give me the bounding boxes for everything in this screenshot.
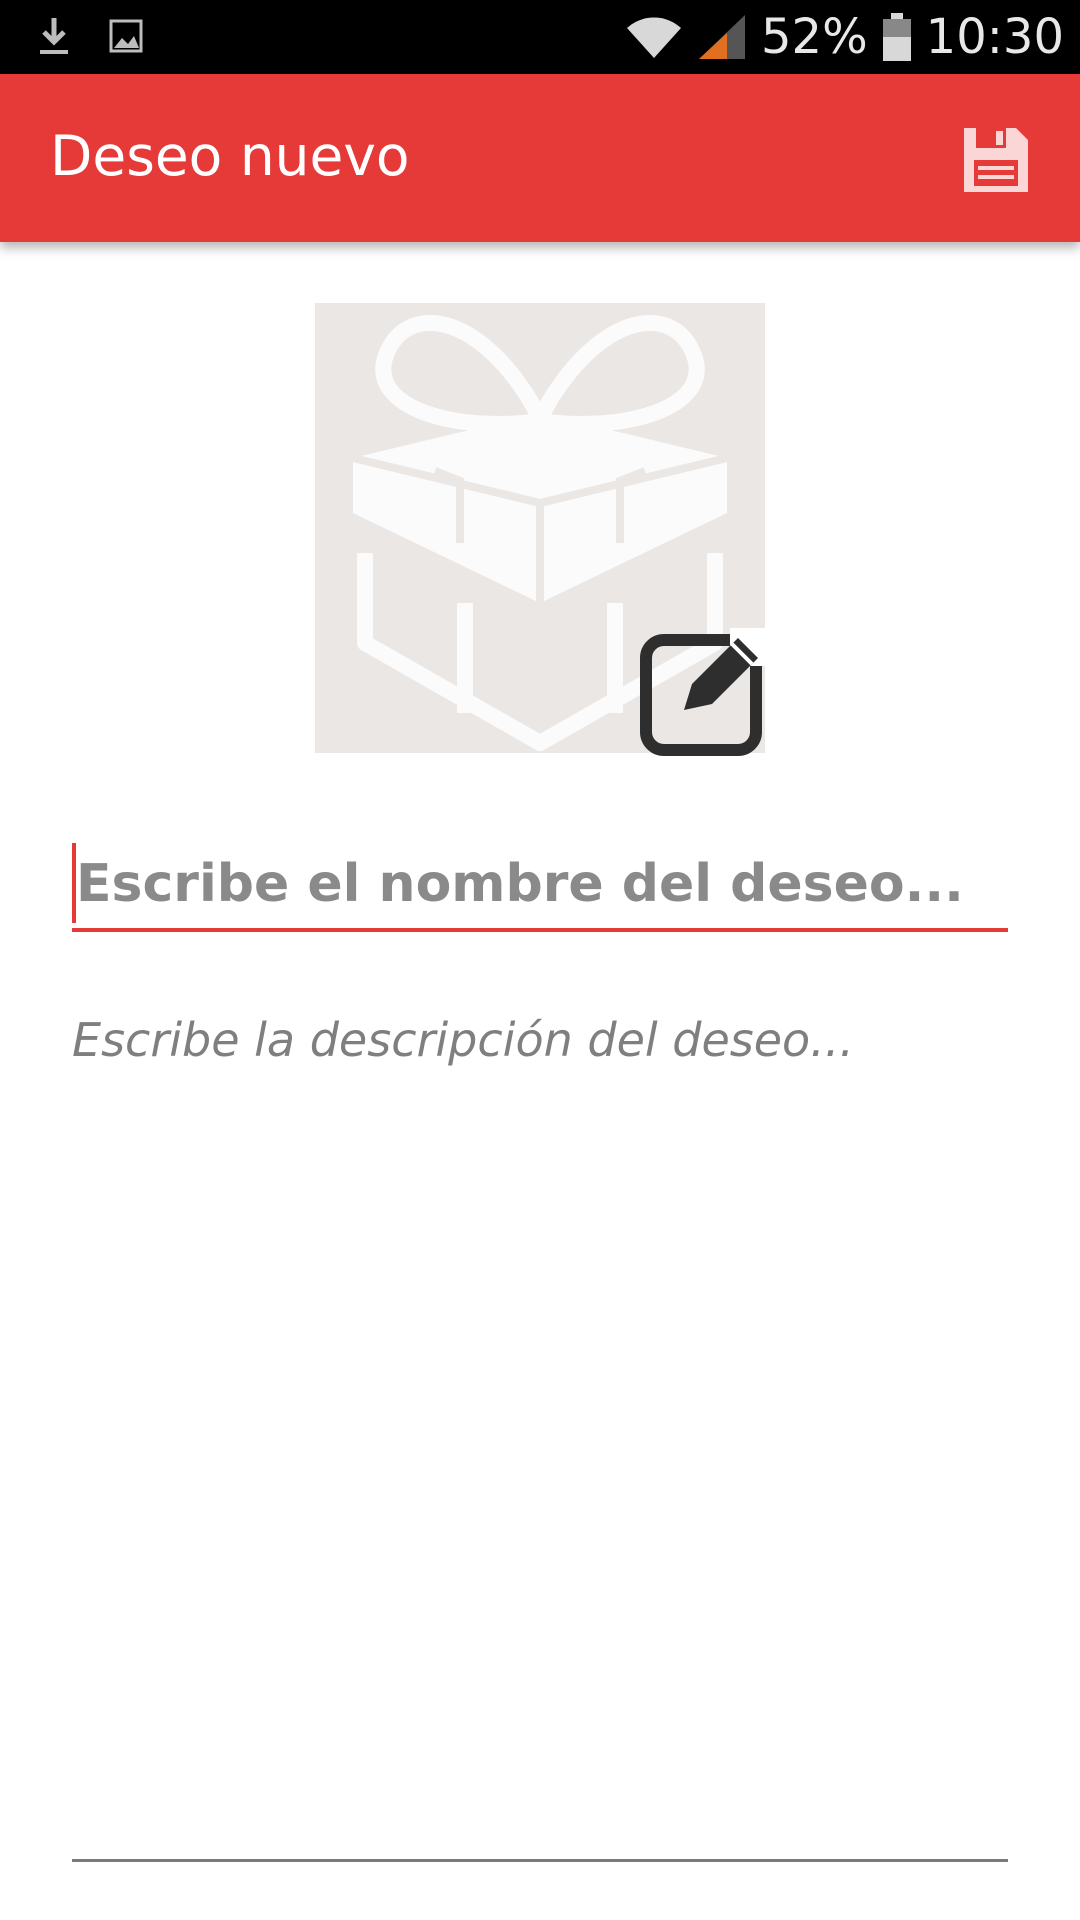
page-title: Deseo nuevo: [50, 124, 410, 188]
save-button[interactable]: [960, 124, 1032, 196]
wifi-icon: [626, 17, 681, 58]
battery-icon: [882, 13, 911, 61]
status-bar: 52% 10:30: [0, 0, 1080, 74]
download-icon: [40, 18, 68, 54]
wish-description-input[interactable]: [72, 1010, 1008, 1862]
app-toolbar: Deseo nuevo: [0, 74, 1080, 242]
status-left-group: [36, 14, 144, 58]
floppy-disk-icon: [964, 128, 1028, 192]
edit-square-pencil-icon: [640, 628, 768, 756]
signal-icon: [698, 15, 745, 59]
status-right-group: 52% 10:30: [625, 6, 1064, 68]
edit-image-button[interactable]: [640, 628, 768, 756]
text-cursor: [72, 843, 76, 923]
wish-name-input[interactable]: [72, 840, 1008, 932]
clock: 10:30: [925, 9, 1064, 65]
image-icon: [109, 19, 143, 53]
battery-percent: 52%: [760, 9, 868, 65]
